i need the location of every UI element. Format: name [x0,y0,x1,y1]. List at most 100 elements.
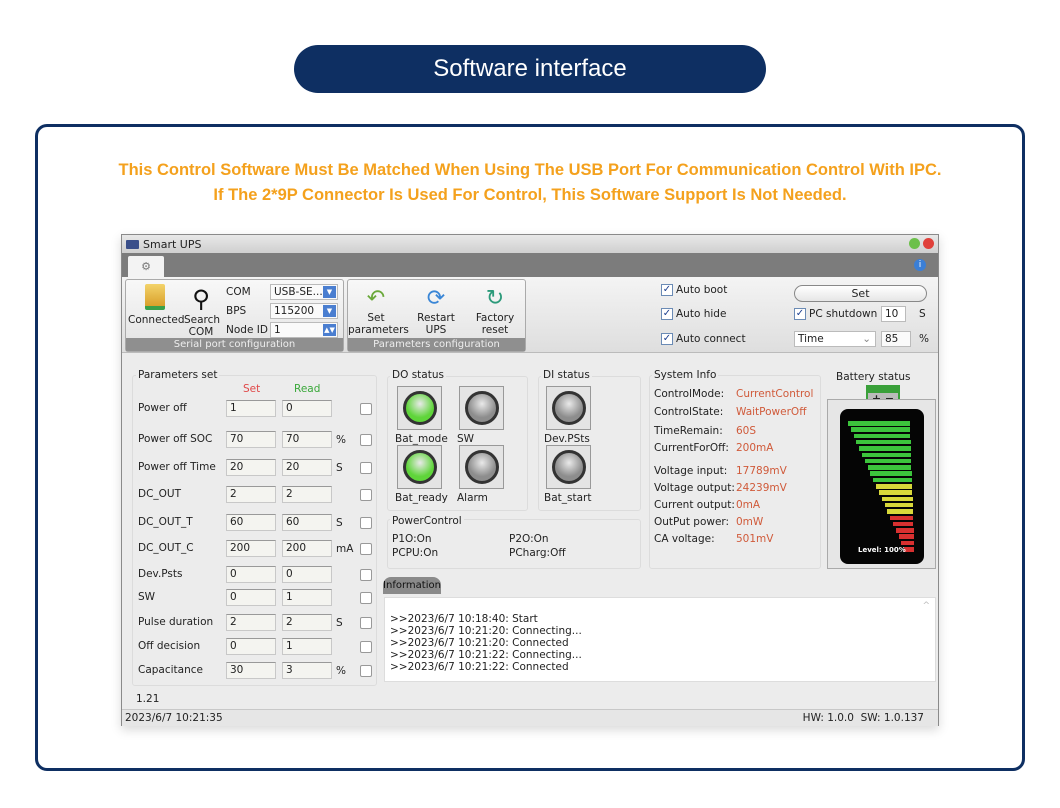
refresh-icon: ⟳ [426,286,446,311]
param-set-input[interactable]: 0 [226,638,276,655]
battery-level-label: Level: 100% [858,546,906,554]
param-unit: S [336,517,343,529]
led-indicator-icon [402,450,437,484]
auto-hide-checkbox[interactable]: ✓ [661,308,673,320]
bps-value: 115200 [274,305,315,317]
restart-label: Restart [417,312,455,324]
param-set-input[interactable]: 2 [226,614,276,631]
param-checkbox[interactable] [360,462,372,474]
bps-select[interactable]: 115200 ▼ [270,303,338,319]
restart-ups-button[interactable]: ⟳ Restart UPS [410,286,462,336]
parameters-label: parameters [348,324,409,336]
led-label: Bat_ready [395,492,448,504]
search-label: Search [184,314,221,326]
sysinfo-value: 0mW [736,516,764,528]
mode-value: Time [798,333,824,345]
led-indicator-icon [464,450,499,484]
com-select[interactable]: USB-SE... ▼ [270,284,338,300]
bps-field-label: BPS [226,305,247,317]
param-set-input[interactable]: 20 [226,459,276,476]
shutdown-seconds-input[interactable]: 10 [881,306,906,322]
search-com-button[interactable]: ⚲ Search COM [184,284,221,338]
param-checkbox[interactable] [360,517,372,529]
info-icon[interactable]: i [914,259,926,271]
param-checkbox[interactable] [360,543,372,555]
param-unit: S [336,617,343,629]
battery-level-bar [898,534,914,539]
battery-level-bar [862,452,912,457]
connected-button[interactable]: Connected [128,284,185,326]
auto-boot-label: Auto boot [676,284,728,296]
param-label: DC_OUT [138,488,182,500]
node-id-stepper[interactable]: 1 ▲▼ [270,322,338,338]
minimize-button[interactable] [909,238,920,249]
param-read-value: 60 [282,514,332,531]
percent-unit: % [919,333,929,345]
battery-level-bar [895,528,914,533]
led-indicator-icon [551,391,586,425]
param-set-input[interactable]: 70 [226,431,276,448]
close-button[interactable] [923,238,934,249]
param-label: Off decision [138,640,201,652]
serial-group-caption: Serial port configuration [126,338,343,351]
set-parameters-button[interactable]: ↶ Set parameters [348,286,409,336]
sysinfo-value: 501mV [736,533,774,545]
auto-boot-checkbox[interactable]: ✓ [661,284,673,296]
param-set-input[interactable]: 1 [226,400,276,417]
param-checkbox[interactable] [360,569,372,581]
param-unit: mA [336,543,354,555]
factory-reset-button[interactable]: ↻ Factory reset [468,286,522,336]
param-label: DC_OUT_C [138,542,194,554]
connected-label: Connected [128,314,185,326]
tab-settings[interactable]: ⚙ [128,256,164,277]
scroll-up-icon[interactable]: ^ [922,600,930,612]
status-led [546,386,591,430]
search-icon: ⚲ [192,285,210,313]
sysinfo-value: 200mA [736,442,774,454]
battery-level-bar [881,496,913,502]
sysinfo-value: WaitPowerOff [736,406,807,418]
battery-level-bar [848,421,910,426]
battery-level-bar [878,490,913,495]
pc-shutdown-label: PC shutdown [809,308,878,320]
banner-title: Software interface [294,45,766,93]
sysinfo-label: ControlMode: [654,388,725,400]
param-checkbox[interactable] [360,665,372,677]
reset-label: reset [481,324,509,336]
p1o-status: P1O:On [392,533,432,545]
status-led [397,445,442,489]
param-set-input[interactable]: 2 [226,486,276,503]
param-read-value: 1 [282,638,332,655]
percent-input[interactable]: 85 [881,331,911,347]
mode-select[interactable]: Time ⌄ [794,331,876,347]
set-button[interactable]: Set [794,285,927,302]
param-set-input[interactable]: 0 [226,566,276,583]
status-led [546,445,591,489]
param-read-value: 20 [282,459,332,476]
param-set-input[interactable]: 60 [226,514,276,531]
param-checkbox[interactable] [360,489,372,501]
param-set-input[interactable]: 200 [226,540,276,557]
param-read-value: 70 [282,431,332,448]
led-label: SW [457,433,475,445]
param-checkbox[interactable] [360,434,372,446]
param-set-input[interactable]: 0 [226,589,276,606]
read-column-header: Read [294,383,321,395]
information-tab[interactable]: Information [383,577,441,594]
auto-connect-label: Auto connect [676,333,746,345]
seconds-unit: S [919,308,926,320]
pc-shutdown-checkbox[interactable]: ✓ [794,308,806,320]
sysinfo-value: CurrentControl [736,388,814,400]
auto-connect-checkbox[interactable]: ✓ [661,333,673,345]
battery-level-bar [864,458,912,464]
system-info-title: System Info [652,369,719,381]
sysinfo-label: CurrentForOff: [654,442,729,454]
param-checkbox[interactable] [360,641,372,653]
param-set-input[interactable]: 30 [226,662,276,679]
param-checkbox[interactable] [360,617,372,629]
battery-level-bar [859,446,911,451]
smart-ups-window: Smart UPS ⚙ i Connected ⚲ Search COM COM… [121,234,939,726]
param-checkbox[interactable] [360,403,372,415]
param-checkbox[interactable] [360,592,372,604]
gear-icon: ⚙ [141,260,151,273]
